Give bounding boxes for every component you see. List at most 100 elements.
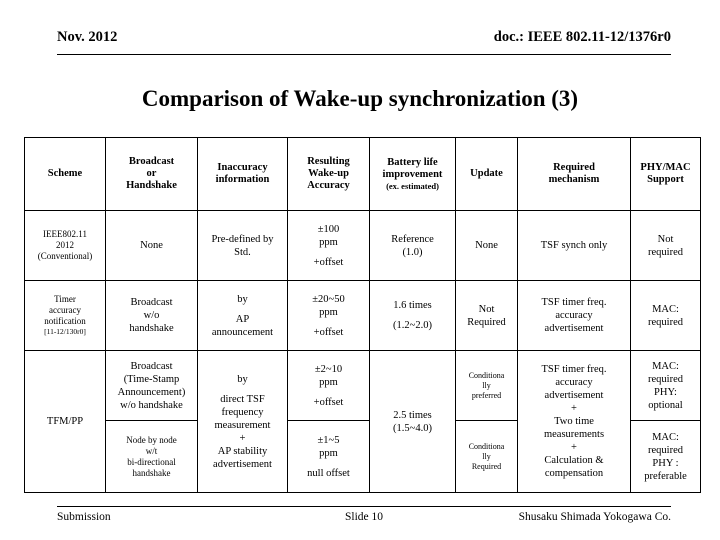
- col-header-scheme-label: Scheme: [47, 168, 83, 179]
- row3-mechanism-line8: Calculation &: [544, 455, 604, 466]
- row1-accuracy-line1: ±100: [317, 223, 340, 235]
- row2-update-line2: Required: [467, 316, 506, 328]
- slide-footer: Submission Slide 10 Shusaku Shimada Yoko…: [57, 506, 671, 529]
- row3-scheme-value: TFM/PP: [46, 416, 84, 427]
- row3-inaccuracy: by direct TSF frequency measurement + AP…: [197, 350, 288, 493]
- row3-update-lower-line1: Conditiona: [468, 441, 505, 451]
- col-header-mechanism-line2: mechanism: [548, 174, 600, 185]
- row1-update: None: [455, 210, 518, 281]
- row1-accuracy-offset: +offset: [313, 256, 344, 268]
- col-header-broadcast-line1: Broadcast: [128, 156, 175, 167]
- row3-broadcast-lower-line3: bi-directional: [127, 456, 176, 467]
- table-row: Timer accuracy notification [11-12/130r0…: [24, 280, 701, 351]
- row3-inaccuracy-line5: +: [239, 432, 246, 444]
- row3-update-upper-line2: lly: [482, 380, 491, 390]
- row3-accuracy-lower-line1: ±1~5: [317, 434, 340, 446]
- row1-update-value: None: [475, 240, 498, 251]
- col-header-phy-mac-support: PHY/MAC Support: [630, 137, 701, 211]
- row3-phymac-lower-line4: preferable: [644, 470, 687, 482]
- row3-inaccuracy-line1: by: [237, 373, 248, 385]
- row3-phymac-lower-line1: MAC:: [652, 431, 679, 443]
- row3-update-upper-line1: Conditiona: [468, 370, 505, 380]
- row3-mechanism-line3: advertisement: [544, 390, 604, 401]
- row1-broadcast-value: None: [140, 240, 163, 251]
- col-header-scheme: Scheme: [24, 137, 106, 211]
- row3-phymac-upper-line3: PHY:: [654, 386, 677, 398]
- row1-inaccuracy: Pre-defined by Std.: [197, 210, 288, 281]
- row3-mechanism-line4: +: [571, 403, 577, 414]
- row3-broadcast-lower: Node by node w/t bi-directional handshak…: [105, 420, 198, 493]
- row3-mechanism-line7: +: [571, 442, 577, 453]
- table-row: TFM/PP Broadcast (Time-Stamp Announcemen…: [24, 350, 701, 493]
- row3-phymac-upper-line2: required: [648, 373, 683, 385]
- col-header-mechanism-line1: Required: [553, 162, 595, 173]
- row1-inaccuracy-line1: Pre-defined by: [211, 233, 274, 245]
- row2-inaccuracy-line3: announcement: [211, 326, 274, 338]
- row2-accuracy-offset: +offset: [313, 326, 344, 338]
- col-header-accuracy-line1: Resulting: [307, 156, 350, 167]
- col-header-update: Update: [455, 137, 518, 211]
- row3-broadcast-upper-line4: w/o handshake: [120, 399, 183, 411]
- row3-accuracy-upper-line1: ±2~10: [314, 363, 343, 375]
- col-header-update-label: Update: [470, 168, 503, 179]
- row3-broadcast-lower-line2: w/t: [145, 445, 158, 456]
- col-header-broadcast-line3: Handshake: [126, 180, 177, 191]
- header-doc-id: doc.: IEEE 802.11-12/1376r0: [493, 29, 671, 45]
- row2-battery-life: 1.6 times (1.2~2.0): [369, 280, 456, 351]
- col-header-battery-life-improvement: Battery life improvement (ex. estimated): [369, 137, 456, 211]
- row1-battery-line1: Reference: [391, 233, 434, 245]
- row2-broadcast: Broadcast w/o handshake: [105, 280, 198, 351]
- row3-update-lower: Conditiona lly Required: [455, 420, 518, 493]
- row2-accuracy-line2: ppm: [319, 306, 338, 318]
- row1-mechanism-value: TSF synch only: [540, 240, 608, 251]
- row1-phy-mac: Not required: [630, 210, 701, 281]
- row2-mechanism-line3: advertisement: [544, 323, 604, 334]
- col-header-required-mechanism: Required mechanism: [517, 137, 631, 211]
- row3-accuracy-lower: ±1~5 ppm null offset: [287, 420, 370, 493]
- col-header-accuracy-line3: Accuracy: [307, 180, 350, 191]
- row2-battery-line2: (1.2~2.0): [393, 320, 432, 331]
- row3-phymac-upper-line1: MAC:: [652, 360, 679, 372]
- row3-accuracy-upper: ±2~10 ppm +offset: [287, 350, 370, 421]
- row2-broadcast-line3: handshake: [129, 323, 174, 334]
- col-header-battery-line2: improvement: [382, 169, 443, 180]
- row1-scheme-line3: (Conventional): [37, 251, 93, 261]
- row2-scheme-line1: Timer: [54, 294, 76, 304]
- row3-update-lower-line2: lly: [482, 451, 491, 461]
- col-header-battery-line1: Battery life: [387, 157, 438, 168]
- col-header-broadcast-line2: or: [146, 168, 157, 179]
- row3-update-upper: Conditiona lly preferred: [455, 350, 518, 421]
- col-header-phymac-line1: PHY/MAC: [640, 162, 691, 173]
- row3-broadcast-upper: Broadcast (Time-Stamp Announcement) w/o …: [105, 350, 198, 421]
- row3-inaccuracy-line6: AP stability: [217, 445, 268, 457]
- row3-update-upper-line3: preferred: [471, 390, 502, 400]
- row3-mechanism-line6: measurements: [543, 429, 605, 440]
- row1-scheme: IEEE802.11 2012 (Conventional): [24, 210, 106, 281]
- row2-phy-mac: MAC: required: [630, 280, 701, 351]
- row1-phymac-line2: required: [648, 246, 683, 258]
- comparison-table: Scheme Broadcast or Handshake Inaccuracy…: [24, 137, 701, 493]
- row3-scheme: TFM/PP: [24, 350, 106, 493]
- col-header-inaccuracy-line1: Inaccuracy: [217, 162, 268, 173]
- row1-accuracy: ±100 ppm +offset: [287, 210, 370, 281]
- row2-required-mechanism: TSF timer freq. accuracy advertisement: [517, 280, 631, 351]
- row3-update-lower-line3: Required: [471, 461, 502, 471]
- footer-author: Shusaku Shimada Yokogawa Co.: [518, 511, 671, 523]
- col-header-battery-line3: (ex. estimated): [386, 181, 439, 191]
- row1-scheme-line2: 2012: [56, 240, 74, 250]
- row3-inaccuracy-line3: frequency: [221, 406, 264, 418]
- row3-inaccuracy-line4: measurement: [214, 419, 271, 431]
- row1-accuracy-line2: ppm: [319, 236, 338, 248]
- row3-broadcast-lower-line4: handshake: [132, 467, 171, 478]
- header-date: Nov. 2012: [57, 29, 118, 45]
- row3-mechanism-line9: compensation: [544, 468, 604, 479]
- row2-accuracy-line1: ±20~50: [312, 293, 345, 305]
- row3-inaccuracy-line2: direct TSF: [220, 393, 265, 405]
- row3-phy-mac-upper: MAC: required PHY: optional: [630, 350, 701, 421]
- table-body: IEEE802.11 2012 (Conventional) None Pre-…: [24, 210, 701, 493]
- row3-accuracy-upper-line2: ppm: [319, 376, 338, 388]
- row2-update: Not Required: [455, 280, 518, 351]
- row2-phymac-line1: MAC:: [652, 303, 679, 315]
- col-header-broadcast-or-handshake: Broadcast or Handshake: [105, 137, 198, 211]
- row3-accuracy-upper-offset: +offset: [313, 396, 344, 408]
